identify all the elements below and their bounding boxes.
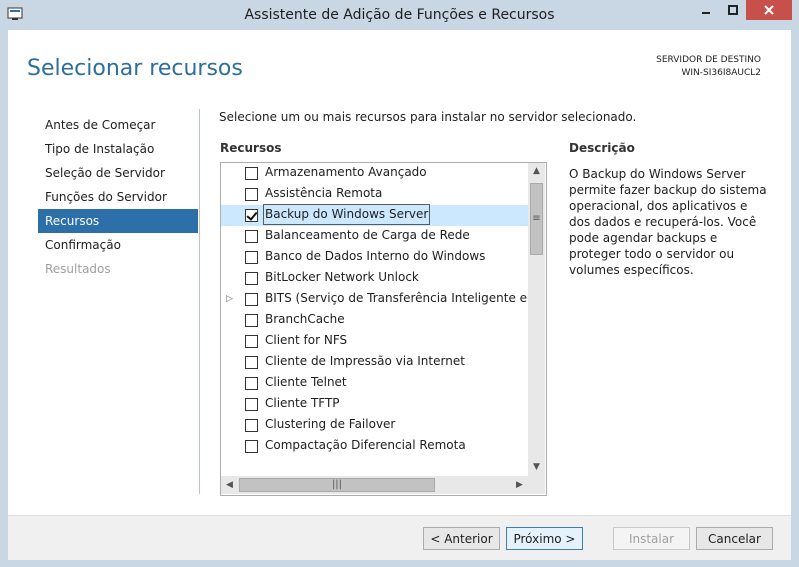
feature-checkbox[interactable]: [245, 440, 258, 453]
nav-divider: [199, 109, 200, 494]
nav-step-2[interactable]: Seleção de Servidor: [38, 161, 198, 185]
feature-row[interactable]: Client for NFS: [221, 331, 528, 352]
feature-label: BranchCache: [265, 312, 345, 326]
feature-label: Cliente de Impressão via Internet: [265, 354, 465, 368]
wizard-body: Selecionar recursos SERVIDOR DE DESTINO …: [8, 30, 791, 560]
feature-row[interactable]: Compactação Diferencial Remota: [221, 436, 528, 457]
feature-label: Balanceamento de Carga de Rede: [265, 228, 470, 242]
feature-label: BITS (Serviço de Transferência Inteligen…: [265, 291, 528, 305]
wizard-steps-nav: Antes de Começar Tipo de Instalação Seleçã…: [38, 113, 198, 281]
feature-checkbox[interactable]: [245, 272, 258, 285]
scroll-right-icon[interactable]: ▶: [511, 476, 528, 494]
nav-step-5[interactable]: Confirmação: [38, 233, 198, 257]
window-title: Assistente de Adição de Funções e Recurs…: [244, 7, 555, 23]
feature-checkbox[interactable]: [245, 398, 258, 411]
feature-checkbox[interactable]: [245, 167, 258, 180]
features-list: Armazenamento Avançado Assistência Remota…: [221, 163, 528, 476]
feature-row[interactable]: ▷ BITS (Serviço de Transferência Intelige…: [221, 289, 528, 310]
minimize-button[interactable]: [692, 0, 720, 20]
title-bar[interactable]: Assistente de Adição de Funções e Recurs…: [0, 0, 799, 30]
intro-text: Selecione um ou mais recursos para insta…: [219, 110, 637, 124]
close-icon: [764, 5, 774, 15]
install-button[interactable]: Instalar: [613, 527, 690, 550]
description-heading: Descrição: [569, 141, 635, 155]
cancel-button[interactable]: Cancelar: [696, 527, 773, 550]
feature-row[interactable]: Clustering de Failover: [221, 415, 528, 436]
feature-label: BitLocker Network Unlock: [265, 270, 419, 284]
maximize-icon: [728, 5, 738, 15]
feature-checkbox[interactable]: [245, 314, 258, 327]
wizard-window: Assistente de Adição de Funções e Recurs…: [0, 0, 799, 567]
next-button[interactable]: Próximo >: [506, 527, 583, 550]
wizard-header: Selecionar recursos SERVIDOR DE DESTINO …: [8, 30, 791, 110]
feature-label: Backup do Windows Server: [262, 204, 431, 225]
previous-button[interactable]: < Anterior: [423, 527, 500, 550]
feature-row[interactable]: Backup do Windows Server: [221, 204, 528, 226]
nav-step-1[interactable]: Tipo de Instalação: [38, 137, 198, 161]
feature-label: Compactação Diferencial Remota: [265, 438, 466, 452]
horizontal-scrollbar[interactable]: ◀ ||| ▶: [221, 476, 528, 494]
scroll-left-icon[interactable]: ◀: [221, 476, 238, 494]
feature-row[interactable]: Cliente de Impressão via Internet: [221, 352, 528, 373]
feature-label: Client for NFS: [265, 333, 348, 347]
feature-label: Banco de Dados Interno do Windows: [265, 249, 486, 263]
feature-row[interactable]: Cliente Telnet: [221, 373, 528, 394]
close-button[interactable]: [746, 0, 792, 20]
description-text: O Backup do Windows Server permite fazer…: [569, 167, 767, 277]
scroll-up-icon[interactable]: ▲: [528, 163, 545, 180]
expand-arrow-icon[interactable]: ▷: [226, 289, 234, 310]
wizard-footer: < Anterior Próximo > Instalar Cancelar: [8, 515, 791, 560]
vertical-scroll-thumb[interactable]: ≡: [530, 183, 543, 255]
horizontal-scroll-thumb[interactable]: |||: [239, 478, 435, 492]
feature-checkbox[interactable]: [245, 293, 258, 306]
feature-row[interactable]: Armazenamento Avançado: [221, 163, 528, 184]
nav-step-6: Resultados: [45, 262, 111, 276]
feature-checkbox[interactable]: [245, 377, 258, 390]
features-tree[interactable]: Armazenamento Avançado Assistência Remota…: [220, 162, 547, 496]
feature-row[interactable]: Assistência Remota: [221, 184, 528, 205]
nav-step-0[interactable]: Antes de Começar: [38, 113, 198, 137]
scroll-down-icon[interactable]: ▼: [528, 459, 545, 476]
scroll-corner: [528, 476, 545, 494]
destination-server-label: SERVIDOR DE DESTINO: [656, 55, 761, 65]
feature-label: Armazenamento Avançado: [265, 165, 427, 179]
nav-step-3[interactable]: Funções do Servidor: [38, 185, 198, 209]
feature-label: Cliente Telnet: [265, 375, 347, 389]
feature-row[interactable]: Balanceamento de Carga de Rede: [221, 226, 528, 247]
vertical-scrollbar[interactable]: ▲ ≡ ▼: [528, 163, 545, 476]
maximize-button[interactable]: [720, 0, 746, 20]
feature-checkbox[interactable]: [245, 230, 258, 243]
feature-label: Cliente TFTP: [265, 396, 340, 410]
feature-label: Clustering de Failover: [265, 417, 396, 431]
feature-checkbox[interactable]: [245, 188, 258, 201]
feature-checkbox[interactable]: [245, 335, 258, 348]
feature-checkbox[interactable]: [245, 251, 258, 264]
minimize-icon: [702, 12, 710, 14]
nav-step-4[interactable]: Recursos: [38, 209, 198, 233]
feature-row[interactable]: BitLocker Network Unlock: [221, 268, 528, 289]
feature-row[interactable]: BranchCache: [221, 310, 528, 331]
feature-checkbox[interactable]: [245, 419, 258, 432]
feature-checkbox[interactable]: [245, 356, 258, 369]
destination-server-name: WIN-SI36I8AUCL2: [681, 68, 761, 78]
features-heading: Recursos: [220, 141, 282, 155]
feature-row[interactable]: Banco de Dados Interno do Windows: [221, 247, 528, 268]
feature-row[interactable]: Cliente TFTP: [221, 394, 528, 415]
feature-label: Assistência Remota: [265, 186, 383, 200]
feature-checkbox[interactable]: [245, 209, 258, 222]
page-title: Selecionar recursos: [27, 56, 243, 81]
